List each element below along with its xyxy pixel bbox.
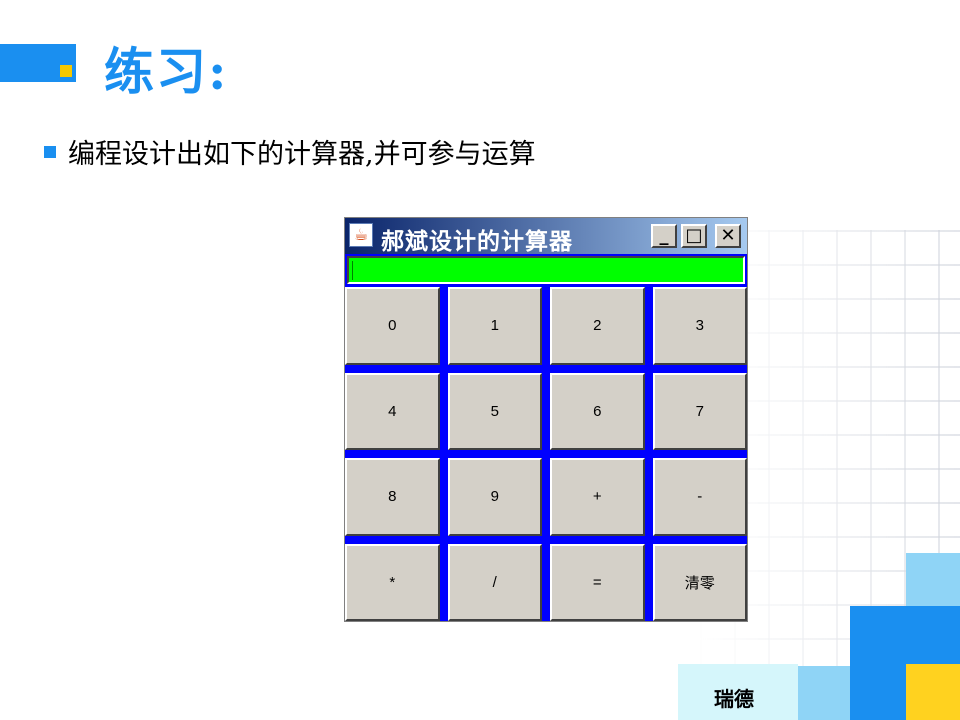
key-7[interactable]: 7 [652, 372, 747, 450]
title-accent-square [60, 65, 72, 77]
calculator-window: ☕ 郝斌设计的计算器 _ □ ✕ 0 1 2 3 4 5 6 7 8 9 + -… [344, 217, 748, 622]
key-multiply[interactable]: * [345, 543, 440, 621]
slide-title: 练习: [104, 42, 229, 101]
key-0[interactable]: 0 [345, 287, 440, 365]
bullet-icon [44, 146, 56, 158]
key-6[interactable]: 6 [550, 372, 645, 450]
maximize-button[interactable]: □ [681, 224, 707, 248]
key-3[interactable]: 3 [652, 287, 747, 365]
footer-text: 瑞德 [714, 687, 754, 711]
key-minus[interactable]: - [652, 458, 747, 536]
close-button[interactable]: ✕ [715, 224, 741, 248]
key-8[interactable]: 8 [345, 458, 440, 536]
key-equals[interactable]: = [550, 543, 645, 621]
minimize-button[interactable]: _ [651, 224, 677, 248]
bullet-text: 编程设计出如下的计算器,并可参与运算 [68, 139, 536, 170]
key-clear[interactable]: 清零 [652, 543, 747, 621]
key-divide[interactable]: / [447, 543, 542, 621]
decor-block-yellow [906, 664, 960, 720]
key-1[interactable]: 1 [447, 287, 542, 365]
key-plus[interactable]: + [550, 458, 645, 536]
key-5[interactable]: 5 [447, 372, 542, 450]
key-9[interactable]: 9 [447, 458, 542, 536]
key-4[interactable]: 4 [345, 372, 440, 450]
decor-block-lightblue [798, 666, 850, 720]
window-title: 郝斌设计的计算器 [381, 229, 573, 255]
text-caret [352, 261, 353, 280]
java-cup-icon[interactable]: ☕ [349, 223, 373, 247]
decor-block-lightblue-top [906, 553, 960, 611]
window-titlebar[interactable]: ☕ 郝斌设计的计算器 _ □ ✕ [345, 218, 747, 255]
keypad: 0 1 2 3 4 5 6 7 8 9 + - * / = 清零 [345, 287, 747, 621]
key-2[interactable]: 2 [550, 287, 645, 365]
display-field[interactable] [347, 256, 745, 284]
